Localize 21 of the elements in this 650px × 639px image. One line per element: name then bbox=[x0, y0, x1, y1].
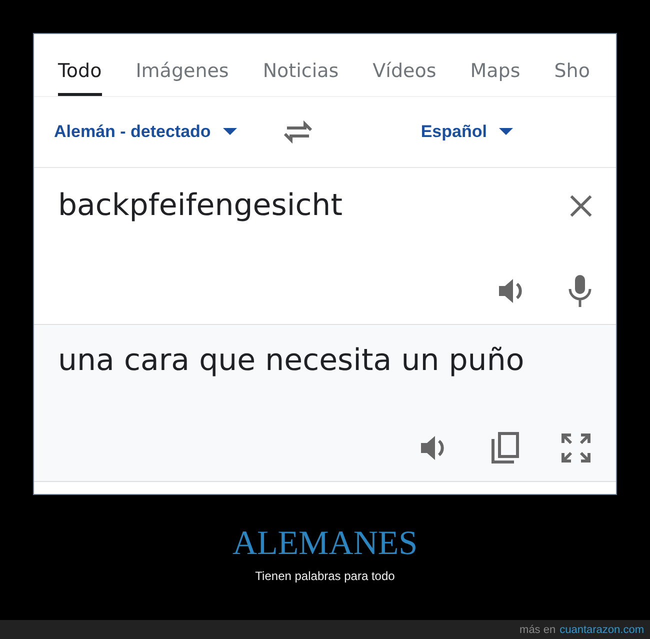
caption-subtitle: Tienen palabras para todo bbox=[255, 569, 395, 583]
translation-text: una cara que necesita un puño bbox=[57, 342, 526, 378]
caret-icon bbox=[498, 128, 513, 136]
search-tab[interactable]: Sho bbox=[554, 34, 590, 96]
search-tab[interactable]: Noticias bbox=[262, 34, 339, 96]
microphone-icon[interactable] bbox=[568, 274, 592, 308]
caption-title: ALEMANES bbox=[232, 525, 418, 563]
copy-icon[interactable] bbox=[490, 431, 520, 465]
fullscreen-icon[interactable] bbox=[560, 432, 592, 464]
input-field[interactable]: backpfeifengesicht bbox=[58, 188, 498, 223]
target-language-dropdown[interactable]: Español bbox=[420, 122, 513, 142]
swap-icon[interactable] bbox=[282, 120, 313, 144]
close-icon[interactable] bbox=[568, 192, 594, 218]
search-tab[interactable]: Maps bbox=[470, 34, 520, 96]
search-tab[interactable]: Vídeos bbox=[372, 34, 436, 96]
search-tab[interactable]: Imágenes bbox=[136, 34, 229, 96]
footer-text: más en bbox=[520, 624, 556, 636]
search-tab[interactable]: Todo bbox=[58, 34, 102, 96]
site-link[interactable]: cuantarazon.com bbox=[560, 624, 644, 636]
source-language-dropdown[interactable]: Alemán - detectado bbox=[54, 122, 237, 142]
caret-icon bbox=[222, 128, 237, 136]
